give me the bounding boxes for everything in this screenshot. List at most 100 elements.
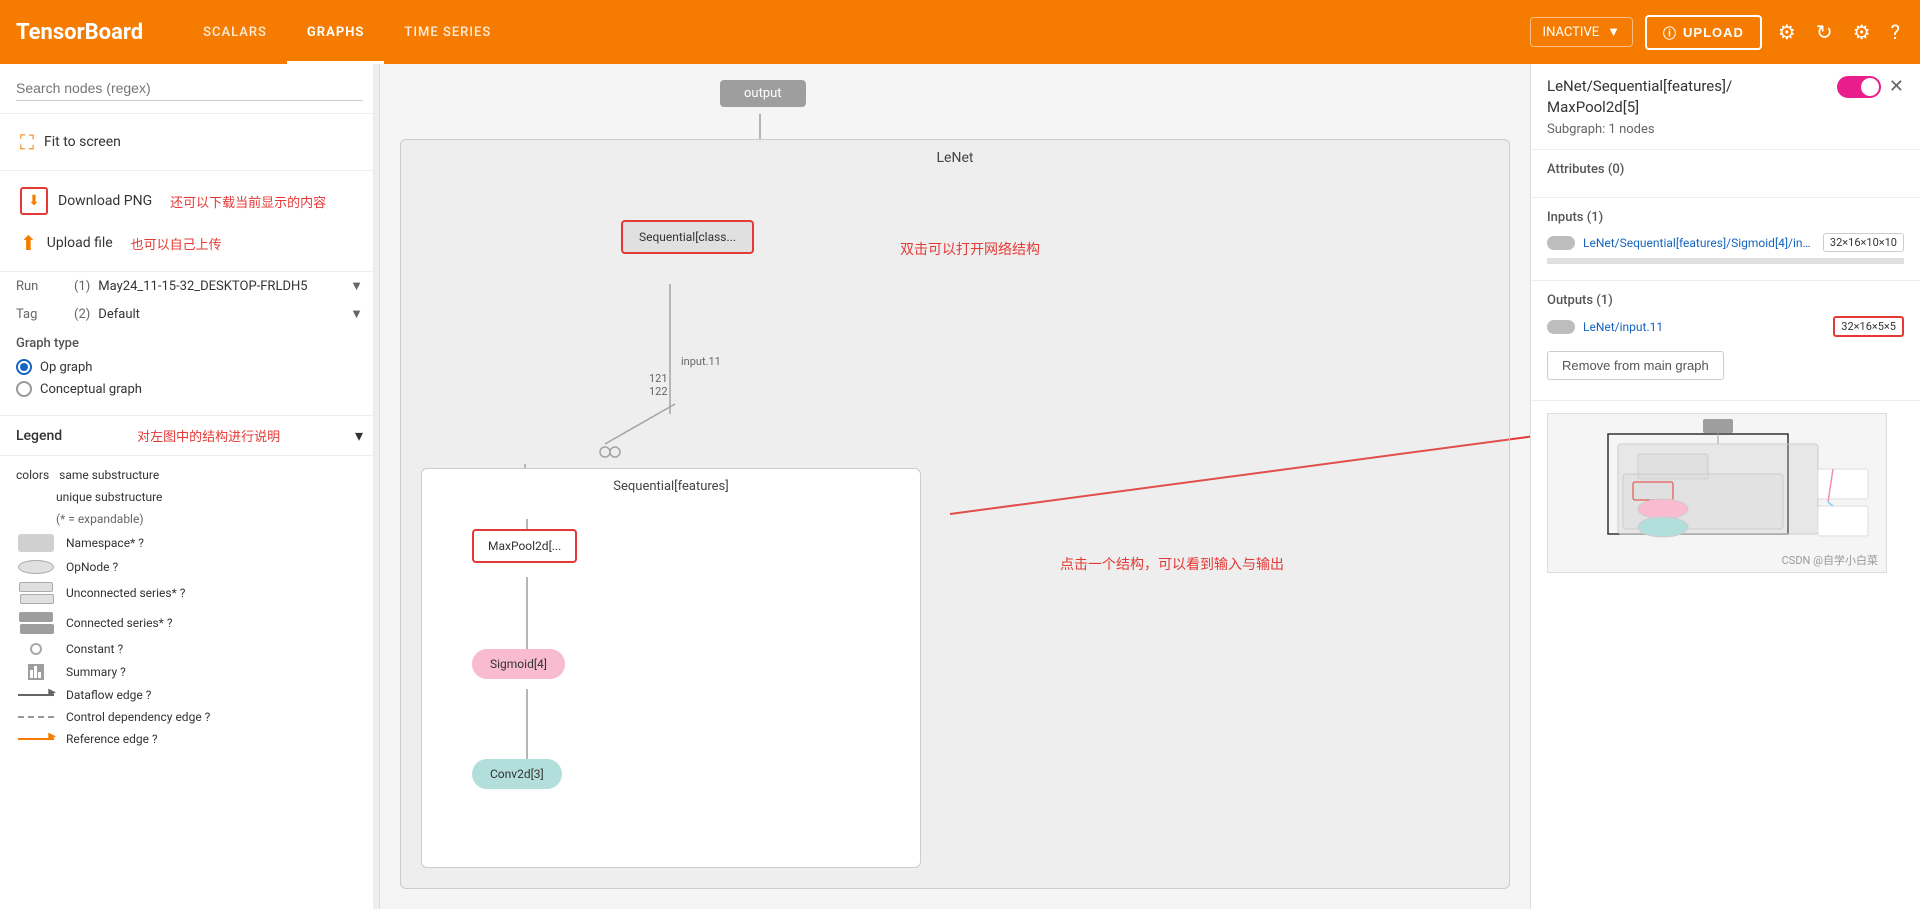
legend-content: colors same substructure unique substruc… bbox=[0, 456, 379, 766]
main-layout: ⛶ Fit to screen ⬇ Download PNG 还可以下载当前显示… bbox=[0, 64, 1920, 909]
sigmoid-node[interactable]: Sigmoid[4] bbox=[472, 649, 565, 679]
attributes-section: Attributes (0) bbox=[1531, 150, 1920, 198]
upload-annotation: 也可以自己上传 bbox=[131, 234, 222, 253]
attributes-title: Attributes (0) bbox=[1547, 162, 1904, 177]
legend-unconnected: Unconnected series* ? bbox=[66, 586, 185, 600]
op-graph-radio-dot bbox=[16, 359, 32, 375]
download-png-label: Download PNG bbox=[58, 193, 152, 209]
run-value: May24_11-15-32_DESKTOP-FRLDH5 bbox=[98, 279, 342, 294]
fit-to-screen-section: ⛶ Fit to screen bbox=[0, 114, 379, 171]
maxpool-node[interactable]: MaxPool2d[... bbox=[472, 529, 577, 563]
lenet-container[interactable]: LeNet Sequential[class... input.11 12112… bbox=[400, 139, 1510, 889]
outputs-title: Outputs (1) bbox=[1547, 293, 1904, 308]
graph-type-section: Graph type Op graph Conceptual graph bbox=[0, 328, 379, 416]
nav-scalars[interactable]: SCALARS bbox=[183, 0, 287, 64]
legend-connected: Connected series* ? bbox=[66, 616, 173, 630]
output-node-link[interactable]: LeNet/input.11 bbox=[1583, 320, 1825, 334]
dataflow-edge-icon bbox=[18, 694, 54, 696]
tag-dropdown-icon[interactable]: ▼ bbox=[350, 306, 363, 322]
legend-reference: Reference edge ? bbox=[66, 732, 158, 746]
tag-count: (2) bbox=[74, 307, 90, 322]
fit-to-screen-button[interactable]: ⛶ Fit to screen bbox=[16, 122, 363, 162]
minimap-svg bbox=[1548, 414, 1887, 573]
download-annotation: 还可以下载当前显示的内容 bbox=[170, 192, 326, 211]
output-row: LeNet/input.11 32×16×5×5 bbox=[1547, 316, 1904, 337]
download-icon: ⬇ bbox=[20, 187, 48, 215]
reference-edge-icon bbox=[18, 738, 54, 740]
conceptual-graph-radio[interactable]: Conceptual graph bbox=[16, 381, 363, 397]
outputs-section: Outputs (1) LeNet/input.11 32×16×5×5 Rem… bbox=[1531, 281, 1920, 401]
op-graph-label: Op graph bbox=[40, 360, 92, 375]
app-logo: TensorBoard bbox=[16, 20, 143, 45]
remove-from-graph-button[interactable]: Remove from main graph bbox=[1547, 351, 1724, 380]
download-png-button[interactable]: ⬇ Download PNG 还可以下载当前显示的内容 bbox=[16, 179, 363, 223]
upload-file-icon: ⬆ bbox=[20, 231, 37, 255]
legend-title: Legend bbox=[16, 428, 62, 444]
legend-dataflow: Dataflow edge ? bbox=[66, 688, 151, 702]
inputs-section: Inputs (1) LeNet/Sequential[features]/Si… bbox=[1531, 198, 1920, 281]
output-dim-badge: 32×16×5×5 bbox=[1833, 316, 1904, 337]
conceptual-graph-label: Conceptual graph bbox=[40, 382, 142, 397]
input-node-oval bbox=[1547, 236, 1575, 250]
input-node-link[interactable]: LeNet/Sequential[features]/Sigmoid[4]/in… bbox=[1583, 236, 1815, 250]
control-dep-icon bbox=[18, 716, 54, 718]
fit-to-screen-icon: ⛶ bbox=[20, 130, 34, 154]
run-dropdown-icon[interactable]: ▼ bbox=[350, 278, 363, 294]
search-section bbox=[0, 64, 379, 114]
lenet-label: LeNet bbox=[937, 150, 974, 166]
help-icon[interactable]: ? bbox=[1887, 16, 1904, 48]
legend-header[interactable]: Legend 对左图中的结构进行说明 ▾ bbox=[0, 416, 379, 456]
legend-subtitle: 对左图中的结构进行说明 bbox=[137, 426, 280, 445]
status-select[interactable]: INACTIVE ▼ bbox=[1530, 17, 1633, 47]
summary-icon bbox=[28, 664, 44, 680]
input-scroll[interactable] bbox=[1547, 258, 1904, 264]
nav-time-series[interactable]: TIME SERIES bbox=[384, 0, 511, 64]
output-node-oval bbox=[1547, 320, 1575, 334]
output-node-label: output bbox=[720, 80, 806, 107]
graph-area[interactable]: output LeNet Sequential[class... input.1… bbox=[380, 64, 1530, 909]
input-label: input.11 bbox=[681, 355, 721, 368]
legend-constant: Constant ? bbox=[66, 642, 123, 656]
seq-features-container[interactable]: Sequential[features] MaxPool2d[... Sigmo… bbox=[421, 468, 921, 868]
upload-file-button[interactable]: ⬆ Upload file 也可以自己上传 bbox=[16, 223, 363, 263]
run-tag-section: Run (1) May24_11-15-32_DESKTOP-FRLDH5 ▼ … bbox=[0, 272, 379, 328]
input-numbers: 121122 bbox=[649, 372, 668, 398]
constant-icon bbox=[30, 643, 42, 655]
settings-icon[interactable]: ⚙ bbox=[1774, 16, 1800, 48]
legend-same-sub: same substructure bbox=[59, 468, 159, 482]
upload-button[interactable]: ⓘ UPLOAD bbox=[1645, 15, 1762, 50]
conv2d-node[interactable]: Conv2d[3] bbox=[472, 759, 562, 789]
search-input[interactable] bbox=[16, 76, 363, 101]
toggle-button[interactable] bbox=[1837, 76, 1881, 98]
tag-label: Tag bbox=[16, 307, 66, 322]
input-row: LeNet/Sequential[features]/Sigmoid[4]/in… bbox=[1547, 233, 1904, 252]
input-dim-badge: 32×16×10×10 bbox=[1823, 233, 1904, 252]
conceptual-graph-radio-dot bbox=[16, 381, 32, 397]
run-label: Run bbox=[16, 279, 66, 294]
nav-graphs[interactable]: GRAPHS bbox=[287, 0, 385, 64]
header: TensorBoard SCALARS GRAPHS TIME SERIES I… bbox=[0, 0, 1920, 64]
settings2-icon[interactable]: ⚙ bbox=[1849, 16, 1875, 48]
connected-series-icon bbox=[19, 612, 53, 622]
legend-namespace: Namespace* ? bbox=[66, 536, 144, 550]
sidebar-scrollbar[interactable] bbox=[373, 64, 379, 909]
minimap: CSDN @自学小白菜 bbox=[1547, 413, 1887, 573]
opnode-icon bbox=[18, 560, 54, 574]
sequential-class-node[interactable]: Sequential[class... bbox=[621, 220, 754, 254]
legend-expandable: (* = expandable) bbox=[56, 512, 144, 526]
op-graph-radio[interactable]: Op graph bbox=[16, 359, 363, 375]
seq-features-label: Sequential[features] bbox=[613, 479, 728, 494]
subgraph-subtitle: Subgraph: 1 nodes bbox=[1547, 122, 1655, 137]
close-icon[interactable]: ✕ bbox=[1889, 76, 1904, 97]
refresh-icon[interactable]: ↻ bbox=[1812, 16, 1837, 48]
graph-type-title: Graph type bbox=[16, 336, 363, 351]
right-panel: LeNet/Sequential[features]/MaxPool2d[5] … bbox=[1530, 64, 1920, 909]
csdn-watermark: CSDN @自学小白菜 bbox=[1782, 552, 1878, 568]
namespace-icon bbox=[18, 534, 54, 552]
header-right: INACTIVE ▼ ⓘ UPLOAD ⚙ ↻ ⚙ ? bbox=[1530, 15, 1904, 50]
sidebar: ⛶ Fit to screen ⬇ Download PNG 还可以下载当前显示… bbox=[0, 64, 380, 909]
download-section: ⬇ Download PNG 还可以下载当前显示的内容 ⬆ Upload fil… bbox=[0, 171, 379, 272]
unconnected-series-icon bbox=[19, 582, 53, 592]
right-panel-title: LeNet/Sequential[features]/MaxPool2d[5] bbox=[1547, 76, 1732, 118]
output-node[interactable]: output bbox=[720, 80, 806, 107]
